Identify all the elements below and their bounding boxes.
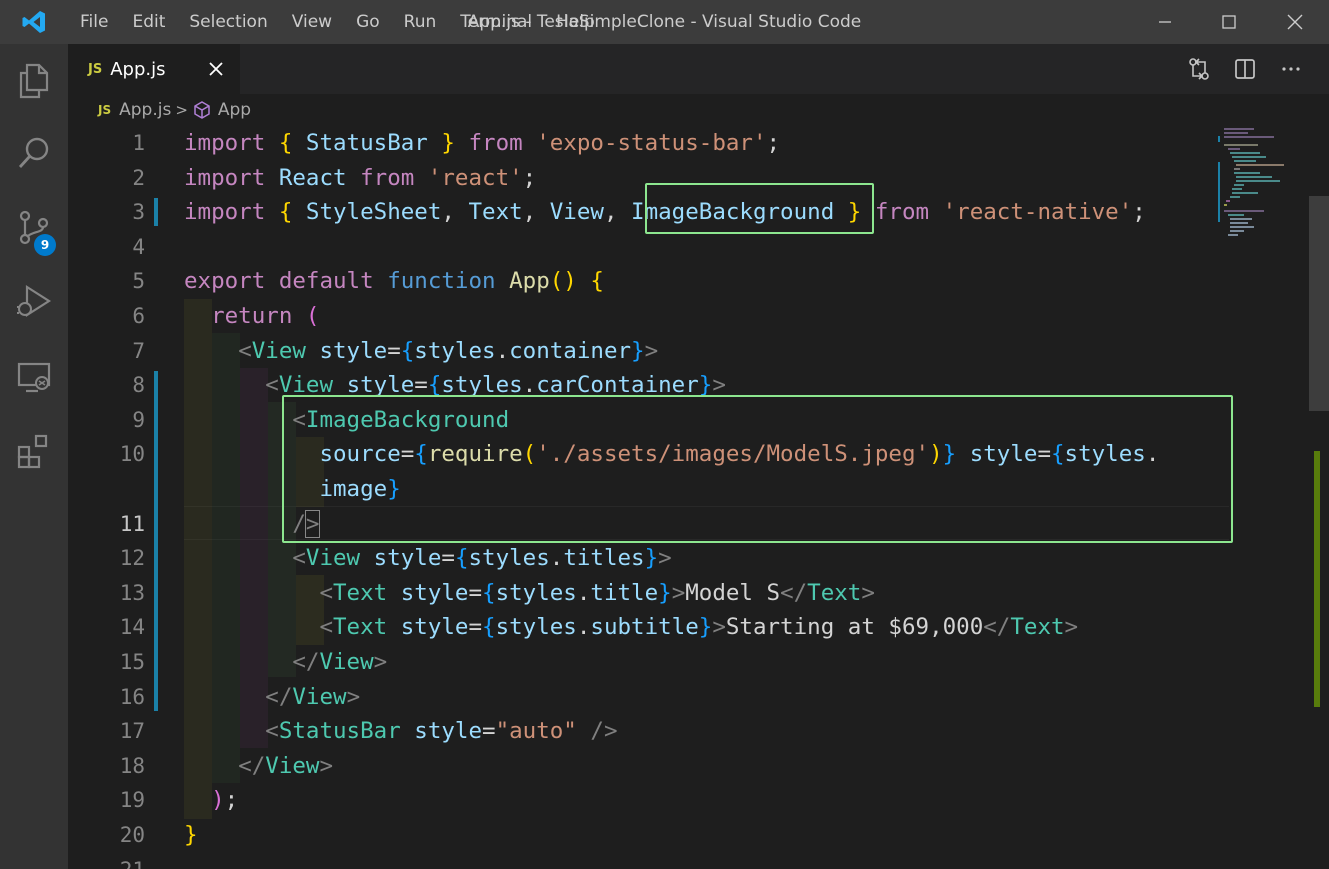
code-line: export default function App() { [184,268,604,295]
line-number: 17 [119,719,145,744]
menu-selection[interactable]: Selection [177,0,279,44]
close-tab-icon[interactable] [206,59,226,79]
run-debug-icon [17,284,52,318]
line-number: 2 [132,165,145,190]
run-debug-button[interactable] [0,264,68,338]
title-bar: File Edit Selection View Go Run Terminal… [0,0,1329,44]
code-line: ); [211,787,239,814]
javascript-file-icon: JS [98,103,112,117]
scrollbar-git-change-marker [1314,451,1320,707]
line-number: 12 [119,546,145,571]
breadcrumb-file[interactable]: App.js [119,100,171,120]
close-window-button[interactable] [1272,0,1318,44]
menu-run[interactable]: Run [392,0,449,44]
line-number: 6 [132,304,145,328]
explorer-button[interactable] [0,44,68,118]
minimap[interactable] [1218,126,1303,246]
line-number: 3 [132,200,145,225]
line-number: 4 [132,234,145,259]
menu-terminal[interactable]: Terminal [448,0,544,44]
line-number: 16 [119,684,145,709]
extensions-icon [17,434,48,469]
line-number: 13 [119,580,145,605]
line-number-active: 11 [119,511,145,536]
ellipsis-icon [1282,67,1300,71]
search-button[interactable] [0,116,68,190]
symbol-method-icon [194,101,210,119]
search-icon [18,137,49,168]
git-modified-marker [154,198,158,226]
code-line: return ( [211,303,320,329]
line-number: 10 [119,442,145,467]
line-number: 9 [132,407,145,432]
code-line: </View> [238,752,334,779]
split-editor-icon [1235,59,1255,79]
code-line: <View style={styles.titles}> [292,545,672,572]
breadcrumb: JS App.js > App [68,94,1329,126]
line-number: 15 [119,650,145,674]
code-line: } [184,822,198,848]
code-line: </View> [292,649,388,675]
line-number: 5 [132,269,145,294]
breadcrumb-symbol[interactable]: App [218,100,251,120]
tab-bar: JS App.js [68,44,1329,94]
activity-bar: 9 [0,44,68,869]
extensions-button[interactable] [0,414,68,488]
line-number: 7 [132,338,145,363]
source-control-badge: 9 [34,234,56,256]
line-number: 1 [132,131,145,155]
menu-go[interactable]: Go [344,0,392,44]
remote-explorer-icon [17,362,51,393]
open-changes-button[interactable] [1184,54,1214,84]
code-line: <Text style={styles.title}>Model S</Text… [319,579,875,606]
line-number: 21 [68,853,145,869]
maximize-button[interactable] [1206,0,1252,44]
line-number: 19 [119,788,145,813]
code-line: </View> [265,683,361,710]
files-icon [19,63,49,99]
code-line: <View style={styles.container}> [238,337,659,364]
code-editor[interactable]: 1 2 3 4 5 6 7 8 9 10 11 12 13 14 15 16 1… [68,126,1329,869]
git-modified-marker [154,371,158,711]
minimize-button[interactable] [1142,0,1188,44]
menu-file[interactable]: File [68,0,120,44]
menu-view[interactable]: View [280,0,344,44]
javascript-file-icon: JS [88,61,103,77]
code-line: <Text style={styles.subtitle}>Starting a… [319,614,1079,641]
code-line: import { StatusBar } from 'expo-status-b… [184,130,781,156]
tab-app-js[interactable]: JS App.js [68,44,240,94]
code-line: import React from 'react'; [184,164,537,191]
code-line: <StatusBar style="auto" /> [265,718,618,745]
menu-edit[interactable]: Edit [120,0,177,44]
line-number: 14 [119,615,145,640]
source-control-button[interactable]: 9 [0,190,68,264]
line-number-gutter: 1 2 3 4 5 6 7 8 9 10 11 12 13 14 15 16 1… [68,126,160,869]
split-editor-button[interactable] [1230,54,1260,84]
scrollbar-thumb[interactable] [1309,196,1329,411]
breadcrumb-separator: > [175,101,188,119]
more-actions-button[interactable] [1276,54,1306,84]
line-number: 8 [132,373,145,398]
remote-explorer-button[interactable] [0,340,68,414]
compare-changes-icon [1189,58,1209,80]
menu-bar: File Edit Selection View Go Run Terminal… [68,0,607,44]
menu-help[interactable]: Help [544,0,607,44]
line-number: 18 [119,753,145,778]
annotation-box-imagebackground-element [282,395,1233,543]
vscode-logo-icon [0,0,68,44]
tab-label: App.js [110,58,166,80]
annotation-box-imagebackground-import [645,183,874,234]
line-number: 20 [119,823,145,847]
